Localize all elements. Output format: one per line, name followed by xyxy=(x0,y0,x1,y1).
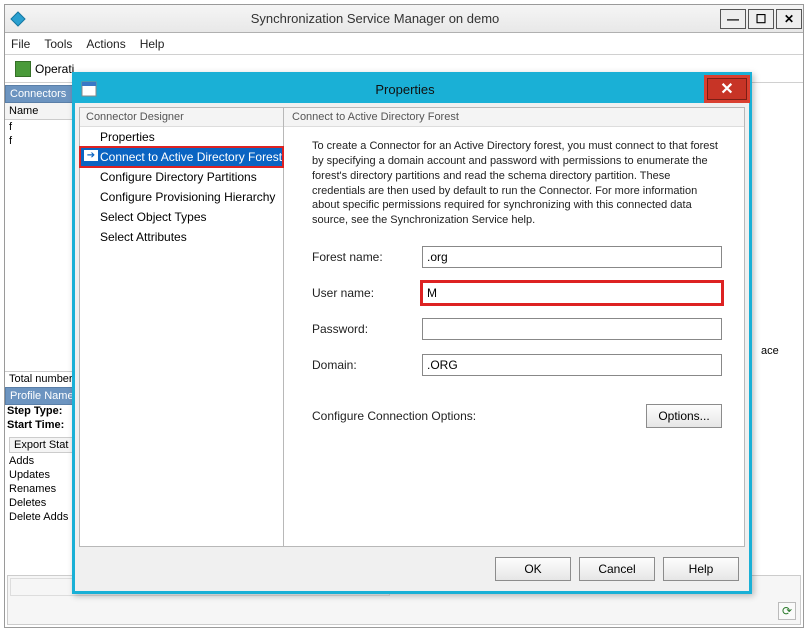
tab-operations[interactable]: Operati xyxy=(9,59,80,79)
nav-configure-hierarchy[interactable]: Configure Provisioning Hierarchy xyxy=(80,187,283,207)
ok-button[interactable]: OK xyxy=(495,557,571,581)
close-button[interactable]: ✕ xyxy=(776,9,802,29)
password-input[interactable] xyxy=(422,318,722,340)
export-stats-header[interactable]: Export Stat xyxy=(9,437,79,453)
dialog-icon xyxy=(75,81,103,97)
help-button[interactable]: Help xyxy=(663,557,739,581)
dialog-title: Properties xyxy=(103,82,707,97)
intro-text: To create a Connector for an Active Dire… xyxy=(312,139,722,228)
nav-connect-ad-forest[interactable]: Connect to Active Directory Forest xyxy=(80,147,283,167)
options-button[interactable]: Options... xyxy=(646,404,722,428)
designer-header: Connector Designer xyxy=(80,108,283,127)
content-header: Connect to Active Directory Forest xyxy=(284,108,744,127)
menu-actions[interactable]: Actions xyxy=(86,37,125,51)
refresh-icon[interactable]: ⟳ xyxy=(778,602,796,620)
nav-properties[interactable]: Properties xyxy=(80,127,283,147)
menubar: File Tools Actions Help xyxy=(5,33,803,55)
nav-configure-partitions[interactable]: Configure Directory Partitions xyxy=(80,167,283,187)
menu-tools[interactable]: Tools xyxy=(44,37,72,51)
window-title: Synchronization Service Manager on demo xyxy=(31,11,719,26)
dialog-close-button[interactable]: ✕ xyxy=(707,78,747,100)
tab-operations-label: Operati xyxy=(35,62,74,76)
connector-designer-nav: Connector Designer Properties Connect to… xyxy=(79,107,284,547)
forest-name-label: Forest name: xyxy=(312,250,422,264)
nav-select-attributes[interactable]: Select Attributes xyxy=(80,227,283,247)
nav-select-object-types[interactable]: Select Object Types xyxy=(80,207,283,227)
menu-file[interactable]: File xyxy=(11,37,30,51)
domain-label: Domain: xyxy=(312,358,422,372)
user-name-input[interactable] xyxy=(422,282,722,304)
domain-input[interactable] xyxy=(422,354,722,376)
operations-icon xyxy=(15,61,31,77)
configure-options-label: Configure Connection Options: xyxy=(312,409,476,423)
truncated-text: ace xyxy=(761,345,779,357)
dialog-content: Connect to Active Directory Forest To cr… xyxy=(284,107,745,547)
menu-help[interactable]: Help xyxy=(140,37,165,51)
properties-dialog: Properties ✕ Connector Designer Properti… xyxy=(72,72,752,594)
app-icon xyxy=(5,11,31,27)
user-name-label: User name: xyxy=(312,286,422,300)
dialog-titlebar[interactable]: Properties ✕ xyxy=(75,75,749,103)
forest-name-input[interactable] xyxy=(422,246,722,268)
password-label: Password: xyxy=(312,322,422,336)
minimize-button[interactable]: — xyxy=(720,9,746,29)
maximize-button[interactable]: ☐ xyxy=(748,9,774,29)
main-titlebar[interactable]: Synchronization Service Manager on demo … xyxy=(5,5,803,33)
cancel-button[interactable]: Cancel xyxy=(579,557,655,581)
